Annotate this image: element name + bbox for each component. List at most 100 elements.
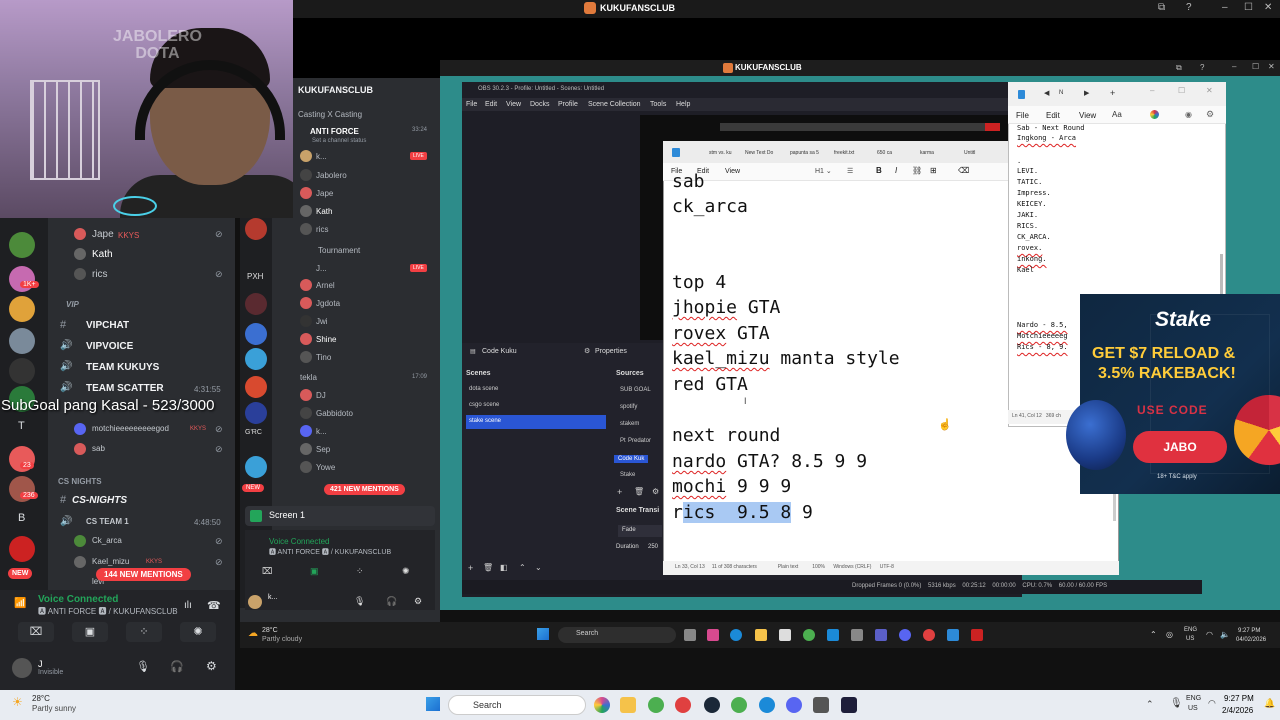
obs-source-item[interactable]: Pt	[620, 438, 626, 444]
notepad-line[interactable]: sab	[672, 171, 705, 192]
mid-screen-icon[interactable]: ▣	[310, 566, 319, 577]
tray-chevron-icon[interactable]: ⌃	[1146, 699, 1154, 710]
stake-code-button[interactable]: JABO	[1133, 431, 1227, 463]
member-name[interactable]: Sep	[316, 445, 330, 454]
maximize-button[interactable]: ☐	[1244, 2, 1253, 13]
weather-temp[interactable]: 28°C	[32, 694, 50, 703]
inner-weather-desc[interactable]: Partly cloudy	[262, 636, 302, 643]
notepad2-tab[interactable]: Ν	[1059, 90, 1063, 96]
member-name[interactable]: rics	[92, 269, 108, 280]
notepad-menu-view[interactable]: View	[725, 168, 740, 175]
mic-icon[interactable]: 🎙	[136, 660, 150, 673]
notepad-taskbar-icon[interactable]	[947, 629, 959, 641]
clock-date[interactable]: 2/4/2026	[1222, 706, 1253, 715]
format-icon[interactable]: Aa	[1112, 110, 1122, 119]
notification-icon[interactable]: 🔔	[1264, 698, 1275, 709]
notepad-line[interactable]: next round	[672, 425, 780, 446]
user-avatar[interactable]	[12, 658, 32, 678]
minimize-button[interactable]: –	[1222, 2, 1228, 13]
notepad-tab[interactable]: 650 ca	[877, 150, 892, 156]
tab-right-icon[interactable]: ▶	[1084, 89, 1089, 97]
obs-remove-source-icon[interactable]: 🗑	[634, 487, 644, 496]
obs-source-item[interactable]: SUB GOAL	[620, 387, 651, 393]
notepad-line[interactable]: ck_arca	[672, 196, 748, 217]
mid-channel-status[interactable]: Set a channel status	[312, 138, 366, 144]
member-name[interactable]: Yowe	[316, 463, 335, 472]
visual-studio-icon[interactable]	[841, 697, 857, 713]
app-icon[interactable]	[851, 629, 863, 641]
member-name[interactable]: DJ	[316, 391, 326, 400]
account-icon[interactable]: ◉	[1185, 110, 1192, 119]
camera-off-button[interactable]: ⌧	[18, 622, 54, 642]
new-mentions-pill[interactable]: 144 NEW MENTIONS	[96, 568, 191, 581]
teams-icon[interactable]	[875, 629, 887, 641]
mid-activities-icon[interactable]: ⁘	[356, 566, 364, 577]
mid-channel-tekla[interactable]: tekla	[300, 373, 317, 382]
headset-icon[interactable]: 🎧	[170, 660, 184, 673]
mid-category[interactable]: Casting X Casting	[298, 110, 362, 119]
signal-icon[interactable]: 📶	[14, 598, 26, 609]
member-name[interactable]: Jgdota	[316, 299, 340, 308]
inner-clock-time[interactable]: 9:27 PM	[1238, 628, 1260, 634]
inner-minimize-button[interactable]: –	[1232, 62, 1236, 71]
mid-voice-sub[interactable]: 🅰 ANTI FORCE 🅰 / KUKUFANSCLUB	[269, 547, 391, 557]
notepad-line[interactable]: nardo GTA? 8.5 9 9	[672, 451, 867, 472]
server-icon[interactable]	[9, 232, 35, 258]
obs-add-source-icon[interactable]: +	[617, 487, 622, 497]
mid-mic-icon[interactable]: 🎙	[354, 596, 365, 607]
link-icon[interactable]: ⛓	[912, 166, 922, 175]
volume-icon[interactable]: 🔈	[1220, 630, 1230, 639]
bold-icon[interactable]: B	[876, 166, 882, 175]
weather-desc[interactable]: Partly sunny	[32, 704, 76, 713]
member-name[interactable]: sab	[92, 444, 105, 453]
obs-move-up-icon[interactable]: ⌃	[519, 563, 526, 572]
mid-user-avatar[interactable]	[248, 595, 262, 609]
inner-help-icon[interactable]: ?	[1200, 63, 1204, 72]
channel-team-kukuys[interactable]: TEAM KUKUYS	[86, 362, 159, 373]
inner-maximize-button[interactable]: ☐	[1252, 62, 1259, 71]
obs-taskbar-icon[interactable]	[923, 629, 935, 641]
obs-source-item[interactable]: stakem	[620, 421, 639, 427]
obs-source-settings-icon[interactable]: ⚙	[652, 487, 659, 496]
app-icon[interactable]	[971, 629, 983, 641]
channel-team-scatter[interactable]: TEAM SCATTER	[86, 383, 164, 394]
tab-left-icon[interactable]: ◀	[1044, 89, 1049, 97]
edge-icon[interactable]	[759, 697, 775, 713]
np2-minimize-button[interactable]: –	[1150, 86, 1154, 95]
rail-label-pxh[interactable]: PXH	[247, 272, 263, 281]
mail-icon[interactable]	[827, 629, 839, 641]
channel-vipvoice[interactable]: VIPVOICE	[86, 341, 133, 352]
obs-duration-value[interactable]: 250	[648, 544, 658, 550]
mid-channel-anti-force[interactable]: ANTI FORCE	[310, 127, 359, 136]
wifi-icon[interactable]: ◠	[1206, 630, 1213, 639]
soundboard-button[interactable]: ✺	[180, 622, 216, 642]
notepad-line[interactable]: mochi 9 9 9	[672, 476, 791, 497]
server-icon[interactable]	[9, 358, 35, 384]
obs-scene-item-selected[interactable]: stake scene	[466, 415, 606, 429]
chrome-icon[interactable]	[675, 697, 691, 713]
voice-connected-label[interactable]: Voice Connected	[38, 594, 118, 605]
obs-menu-scene-collection[interactable]: Scene Collection	[588, 101, 641, 108]
search-box[interactable]: Search	[448, 695, 586, 715]
cast-icon[interactable]: ⧉	[1158, 2, 1165, 13]
screen-share-tile[interactable]: Screen 1	[245, 506, 435, 526]
store-icon[interactable]	[779, 629, 791, 641]
lang-2[interactable]: US	[1188, 705, 1198, 712]
np2-maximize-button[interactable]: ☐	[1178, 86, 1185, 95]
obs-scene-item[interactable]: csgo scene	[466, 399, 606, 413]
italic-icon[interactable]: I	[895, 166, 897, 175]
settings-icon[interactable]: ⚙	[206, 659, 217, 673]
server-icon[interactable]	[245, 376, 267, 398]
member-name[interactable]: rics	[316, 225, 328, 234]
notepad-line[interactable]: kael_mizu manta style	[672, 348, 900, 369]
obs-add-scene-icon[interactable]: +	[468, 563, 473, 573]
member-name[interactable]: Arnel	[316, 281, 335, 290]
mid-voice-connected[interactable]: Voice Connected	[269, 537, 330, 546]
mic-tray-icon[interactable]: 🎙	[1170, 698, 1183, 709]
member-name[interactable]: k...	[316, 427, 327, 436]
channel-cs-nights[interactable]: CS-NIGHTS	[72, 495, 127, 506]
screen-share-button[interactable]: ▣	[72, 622, 108, 642]
start-icon[interactable]	[426, 697, 440, 711]
obs-source-item[interactable]: Predator	[628, 438, 651, 444]
server-icon[interactable]	[245, 293, 267, 315]
